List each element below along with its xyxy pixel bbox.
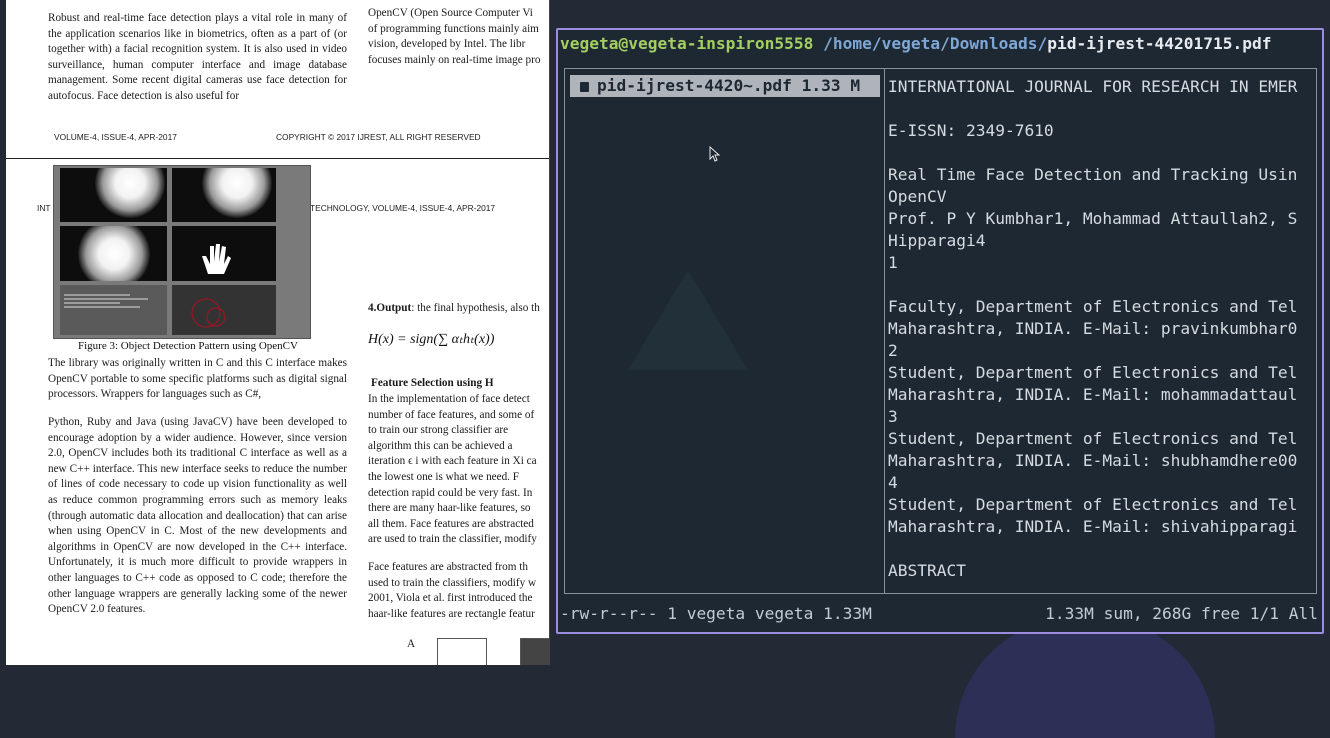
pdf-paragraph-intro: Robust and real-time face detection play… [48,12,347,102]
pdf-line: iteration ϵ i with each feature in Xi ca [368,455,537,468]
disk-usage-info: 1.33M sum, 268G free 1/1 All [1045,604,1318,623]
pdf-line: number of face features, and some of [368,408,535,421]
preview-line [888,274,1313,296]
title-filename: pid-ijrest-44201715.pdf [1047,34,1272,53]
pdf-page-current: INT TECHNOLOGY, VOLUME-4, ISSUE-4, APR-2… [6,159,549,665]
output-heading: 4.Output [368,302,412,314]
pdf-line: the lowest one is what we need. F [368,470,519,483]
pdf-page-thumb-box[interactable] [437,638,487,665]
pdf-line: 2001, Viola et al. first introduced the [368,592,533,605]
object-detection-figure [53,165,311,339]
hypothesis-formula: H(x) = sign(∑ αₜhₜ(x)) [368,332,495,347]
preview-line: Student, Department of Electronics and T… [888,429,1298,448]
preview-line: Real Time Face Detection and Tracking Us… [888,165,1298,184]
file-preview-pane[interactable]: INTERNATIONAL JOURNAL FOR RESEARCH IN EM… [888,76,1313,586]
file-icon [580,81,589,92]
preview-line: INTERNATIONAL JOURNAL FOR RESEARCH IN EM… [888,77,1298,96]
figure-panel-3 [60,226,167,281]
title-user-host: vegeta@vegeta-inspiron5558 [560,34,814,53]
pdf-nav-letter: A [407,638,416,650]
pdf-footer-copyright: COPYRIGHT © 2017 IJREST, ALL RIGHT RESER… [276,132,481,142]
file-permissions-info: -rw-r--r-- 1 vegeta vegeta 1.33M [560,604,872,623]
mouse-pointer-icon [709,146,721,162]
preview-line [888,98,1313,120]
pdf-page-previous: Robust and real-time face detection play… [6,0,549,159]
preview-line: Prof. P Y Kumbhar1, Mohammad Attaullah2,… [888,209,1298,228]
pdf-column-right-top: OpenCV (Open Source Computer Vi of progr… [368,6,549,68]
pdf-output-line: 4.Output: the final hypothesis, also th [368,301,549,317]
file-list-selected-item[interactable]: pid-ijrest-4420~.pdf 1.33 M [570,75,880,97]
pdf-footer-volume: VOLUME-4, ISSUE-4, APR-2017 [54,132,177,142]
preview-line: 3 [888,407,898,426]
figure-caption: Figure 3: Object Detection Pattern using… [78,340,298,352]
pdf-line: used to train the classifiers, modify w [368,576,537,589]
figure-panel-4 [172,226,276,281]
preview-line: Maharashtra, INDIA. E-Mail: shivahippara… [888,517,1298,536]
preview-line: 1 [888,253,898,272]
title-path: /home/vegeta/Downloads/ [823,34,1048,53]
pdf-line: vision, developed by Intel. The libr [368,38,526,51]
pdf-line: of programming functions mainly aim [368,22,539,35]
feature-selection-heading: Feature Selection using H [371,377,494,389]
pdf-column-right-haar: Face features are abstracted from th use… [368,560,549,622]
pdf-page-thumb-dark[interactable] [520,638,549,665]
preview-line [888,142,1313,164]
figure-panel-6 [60,285,167,335]
preview-line: Student, Department of Electronics and T… [888,495,1298,514]
pane-divider [884,68,885,593]
preview-line: Hipparagi4 [888,231,986,250]
pdf-line: focuses mainly on real-time image pro [368,53,541,66]
pdf-line: to train our strong classifier are [368,424,509,437]
preview-line: Faculty, Department of Electronics and T… [888,297,1298,316]
detection-overlay-icon [191,298,226,328]
desktop-wallpaper [955,618,1215,738]
preview-line: E-ISSN: 2349-7610 [888,121,1054,140]
pdf-line: detection rapid could be very fast. In [368,486,533,499]
pdf-line: haar-like features are rectangle featur [368,607,535,620]
figure-panel-2 [172,168,276,222]
pdf-column-right-feature: In the implementation of face detect num… [368,392,549,548]
code-screenshot-icon [64,294,148,308]
selected-file-label: pid-ijrest-4420~.pdf 1.33 M [597,76,861,95]
figure-panel-5 [172,285,276,335]
terminal-window[interactable]: vegeta@vegeta-inspiron5558 /home/vegeta/… [556,28,1324,634]
output-text: : the final hypothesis, also th [411,302,540,314]
figure-panel-1 [60,168,167,222]
pdf-line: are used to train the classifier, modify [368,533,537,546]
preview-line: 2 [888,341,898,360]
pdf-viewer-window[interactable]: Robust and real-time face detection play… [6,0,550,665]
preview-line: ABSTRACT [888,561,966,580]
preview-line: Maharashtra, INDIA. E-Mail: shubhamdhere… [888,451,1298,470]
pdf-line: algorithm this can be achieved a [368,439,513,452]
pdf-line: Face features are abstracted from th [368,561,528,573]
pdf-line: In the implementation of face detect [368,393,530,405]
pdf-header-left: INT [37,203,51,213]
pdf-line: OpenCV (Open Source Computer Vi [368,7,533,19]
pdf-line: there are many haar-like features, so [368,502,531,515]
pdf-header-right: TECHNOLOGY, VOLUME-4, ISSUE-4, APR-2017 [310,203,496,213]
preview-line: Student, Department of Electronics and T… [888,363,1298,382]
preview-line [888,538,1313,560]
preview-line: Maharashtra, INDIA. E-Mail: pravinkumbha… [888,319,1298,338]
pdf-paragraph-library: The library was originally written in C … [48,357,347,401]
ranger-title-bar: vegeta@vegeta-inspiron5558 /home/vegeta/… [560,34,1271,53]
pdf-paragraph-wrappers: Python, Ruby and Java (using JavaCV) hav… [48,416,347,616]
ranger-status-bar: -rw-r--r-- 1 vegeta vegeta 1.33M 1.33M s… [560,604,1320,623]
hand-icon [202,244,231,274]
pdf-line: all them. Face features are abstracted [368,517,534,530]
preview-line: OpenCV [888,187,947,206]
preview-line: Maharashtra, INDIA. E-Mail: mohammadatta… [888,385,1298,404]
preview-line: 4 [888,473,898,492]
